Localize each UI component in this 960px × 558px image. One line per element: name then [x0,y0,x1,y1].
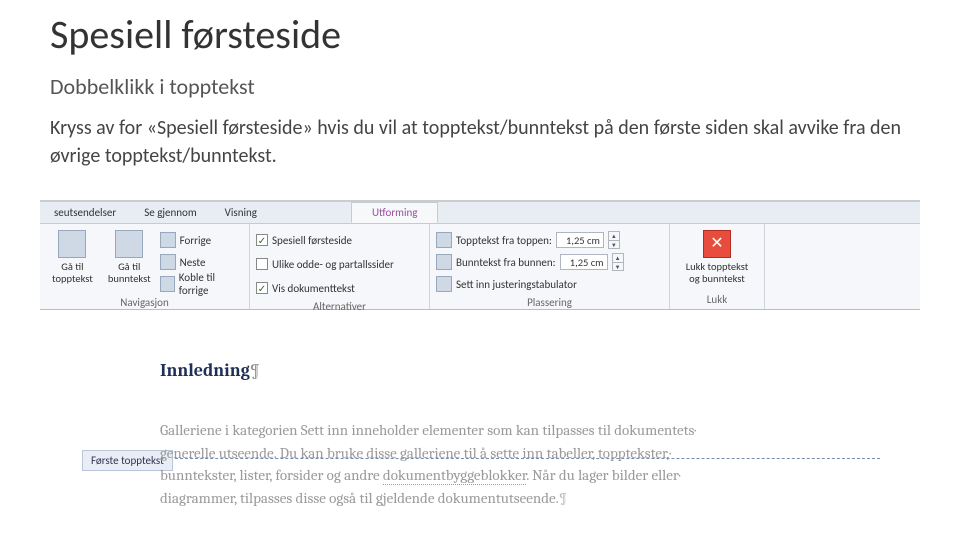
lukk-label-2: og bunntekst [689,273,745,285]
next-icon [160,254,176,270]
ribbon: Gå til topptekst Gå til bunntekst Forrig… [40,224,920,310]
document-body-text: Galleriene i kategorien Sett inn innehol… [160,419,880,509]
forrige-button[interactable]: Forrige [160,230,243,250]
forrige-label: Forrige [180,234,211,247]
body-line-1: Galleriene i kategorien Sett inn innehol… [160,421,694,439]
slide-body: Kryss av for «Spesiell førsteside» hvis … [50,114,910,170]
group-lukk: ✕ Lukk topptekst og bunntekst Lukk [670,224,765,309]
lukk-label-1: Lukk topptekst [686,261,749,273]
slide-subtitle: Dobbelklikk i topptekst [50,73,910,100]
neste-label: Neste [180,256,206,269]
goto-topptekst-button[interactable]: Gå til topptekst [46,228,99,294]
chevron-up-icon: ▲ [609,232,619,241]
document-editing-area[interactable]: Innledning¶ Første topptekst Galleriene … [40,310,920,529]
tab-icon [436,276,452,292]
group-lukk-label: Lukk [676,291,758,309]
pilcrow-icon-2: ¶ [559,489,568,507]
goto-bunntekst-label: Gå til bunntekst [103,261,156,284]
topp-label: Topptekst fra toppen: [456,234,552,247]
document-footer-icon [115,230,143,258]
topp-spinner[interactable]: ▲▼ [608,231,620,249]
header-distance-icon [436,232,452,248]
checkbox-checked-icon-2: ✓ [256,282,268,294]
chevron-down-icon-2: ▼ [613,263,623,271]
bunn-spinner[interactable]: ▲▼ [612,253,624,271]
ulike-odde-checkbox[interactable]: Ulike odde- og partallssider [256,254,394,274]
spesiell-forsteside-checkbox[interactable]: ✓ Spesiell førsteside [256,230,394,250]
previous-icon [160,232,176,248]
body-line-4: diagrammer, tilpasses disse også til gje… [160,489,559,507]
link-icon [160,276,175,292]
heading-text: Innledning [160,360,250,381]
koble-button[interactable]: Koble til forrige [160,274,243,294]
document-header-icon [58,230,86,258]
slide-title: Spesiell førsteside [50,10,910,59]
checkbox-checked-icon: ✓ [256,234,268,246]
body-line-3b: dokumentbyggeblokker [383,466,526,485]
goto-topptekst-label: Gå til topptekst [46,261,99,284]
neste-button[interactable]: Neste [160,252,243,272]
body-line-2: generelle utseende. Du kan bruke disse g… [160,444,670,462]
spesiell-label: Spesiell førsteside [272,234,352,247]
document-heading[interactable]: Innledning¶ [160,360,880,381]
body-line-3a: bunntekster, lister, forsider og andre [160,466,383,484]
tab-utforming[interactable]: Utforming [351,202,438,223]
sett-inn-label: Sett inn justeringstabulator [456,278,577,291]
tab-seutsendelser[interactable]: seutsendelser [40,202,130,223]
checkbox-unchecked-icon [256,258,268,270]
bunn-value[interactable]: 1,25 cm [560,254,608,270]
tab-spacer [271,202,351,223]
tab-visning[interactable]: Visning [211,202,271,223]
group-alternativer: ✓ Spesiell førsteside Ulike odde- og par… [250,224,430,309]
topptekst-fra-toppen-row: Topptekst fra toppen: 1,25 cm ▲▼ [436,230,624,250]
close-icon: ✕ [703,230,731,258]
chevron-up-icon-2: ▲ [613,254,623,263]
footer-distance-icon [436,254,452,270]
bunntekst-fra-bunnen-row: Bunntekst fra bunnen: 1,25 cm ▲▼ [436,252,624,272]
group-plassering: Topptekst fra toppen: 1,25 cm ▲▼ Bunntek… [430,224,670,309]
visdok-label: Vis dokumenttekst [272,282,355,295]
chevron-down-icon: ▼ [609,241,619,249]
sett-inn-tabulator-button[interactable]: Sett inn justeringstabulator [436,274,624,294]
goto-bunntekst-button[interactable]: Gå til bunntekst [103,228,156,294]
lukk-topptekst-button[interactable]: ✕ Lukk topptekst og bunntekst [676,228,758,291]
tab-segjennom[interactable]: Se gjennom [130,202,210,223]
ulike-label: Ulike odde- og partallssider [272,258,394,271]
bunn-label: Bunntekst fra bunnen: [456,256,556,269]
ribbon-tabs: seutsendelser Se gjennom Visning Utformi… [40,202,920,224]
body-line-3c: . Når du lager bilder eller [526,466,679,484]
word-ribbon-screenshot: seutsendelser Se gjennom Visning Utformi… [40,200,920,529]
topp-value[interactable]: 1,25 cm [556,232,604,248]
vis-dokumenttekst-checkbox[interactable]: ✓ Vis dokumenttekst [256,278,394,298]
pilcrow-icon: ¶ [250,360,261,381]
group-navigasjon: Gå til topptekst Gå til bunntekst Forrig… [40,224,250,309]
